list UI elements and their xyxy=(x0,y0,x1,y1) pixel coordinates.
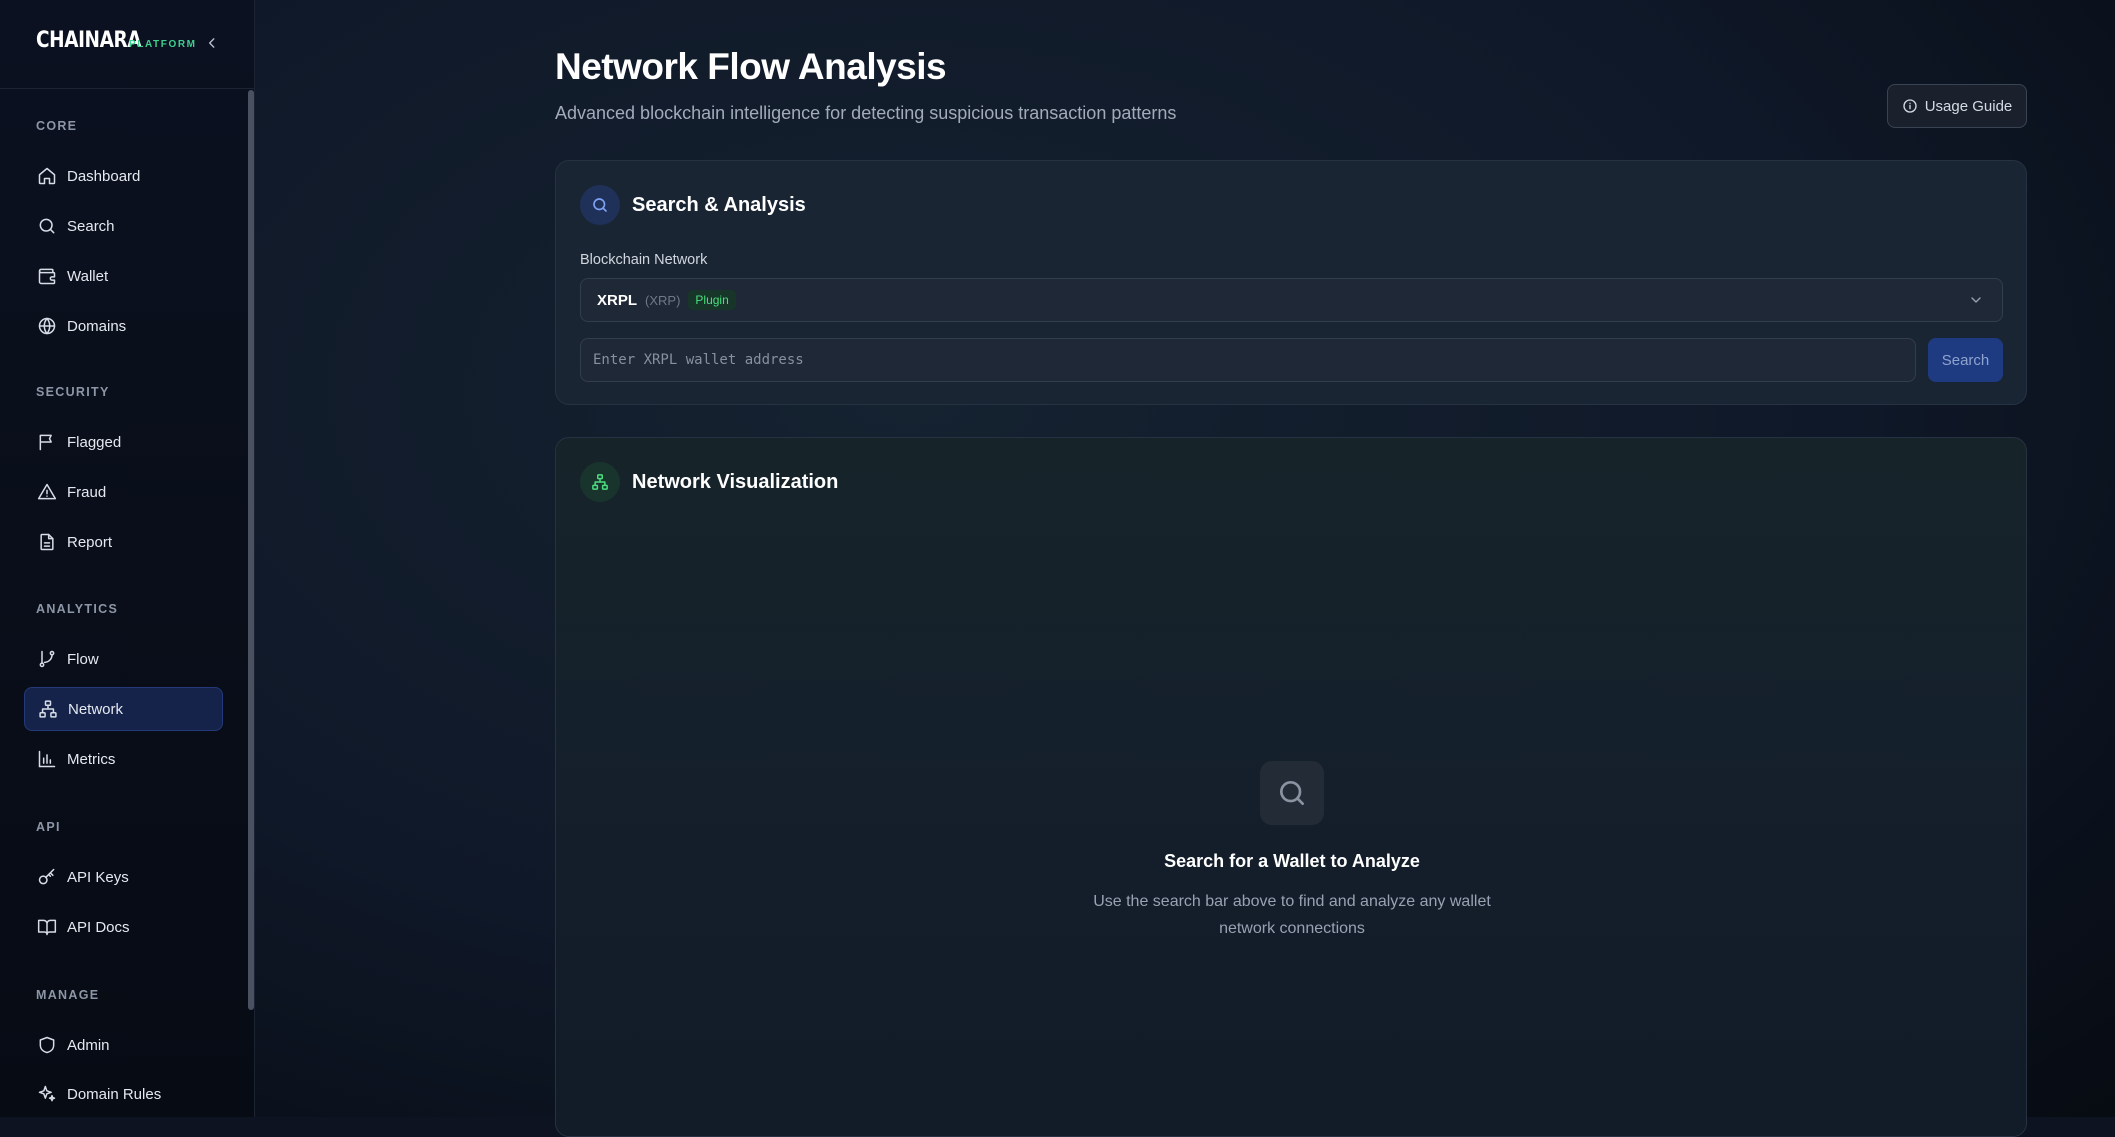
wallet-address-input[interactable] xyxy=(580,338,1916,382)
sidebar-item-fraud[interactable]: Fraud xyxy=(24,470,223,514)
empty-state: Search for a Wallet to Analyze Use the s… xyxy=(556,761,2028,942)
globe-icon xyxy=(36,315,58,337)
nav-section-analytics: ANALYTICS xyxy=(36,602,119,616)
network-icon xyxy=(592,474,608,490)
empty-state-title: Search for a Wallet to Analyze xyxy=(1164,851,1420,871)
sidebar-item-label: Report xyxy=(67,533,113,551)
sidebar-item-domain-rules[interactable]: Domain Rules xyxy=(24,1072,223,1116)
search-icon xyxy=(1280,781,1304,805)
sidebar-item-search[interactable]: Search xyxy=(24,204,223,248)
brand-logo[interactable]: CHAINARA xyxy=(36,28,142,53)
usage-guide-label: Usage Guide xyxy=(1924,97,2013,115)
home-icon xyxy=(36,165,58,187)
book-icon xyxy=(36,916,58,938)
viz-card-icon-badge xyxy=(580,462,620,502)
sidebar-item-label: Dashboard xyxy=(67,167,141,185)
info-icon xyxy=(1902,98,1918,114)
viz-card-header: Network Visualization xyxy=(580,462,838,502)
sidebar-item-label: API Keys xyxy=(67,868,129,886)
brand-header: CHAINARA PLATFORM xyxy=(0,0,254,89)
flag-icon xyxy=(36,431,58,453)
document-icon xyxy=(36,531,58,553)
search-analysis-card: Search & Analysis Blockchain Network XRP… xyxy=(555,160,2027,405)
nav-section-security: SECURITY xyxy=(36,385,110,399)
sidebar-item-network[interactable]: Network xyxy=(24,687,223,731)
viz-card-title: Network Visualization xyxy=(632,470,839,493)
brand-tag: PLATFORM xyxy=(129,39,197,50)
shield-icon xyxy=(36,1034,58,1056)
main-content: Network Flow Analysis Advanced blockchai… xyxy=(255,0,2115,1137)
sidebar-item-flow[interactable]: Flow xyxy=(24,637,223,681)
sidebar-item-label: Domain Rules xyxy=(67,1085,162,1103)
search-icon xyxy=(593,198,607,212)
sidebar-item-label: Flagged xyxy=(67,433,122,451)
sidebar-item-flagged[interactable]: Flagged xyxy=(24,420,223,464)
chevron-down-icon xyxy=(1968,292,1984,308)
search-card-title: Search & Analysis xyxy=(632,193,806,216)
bar-chart-icon xyxy=(36,748,58,770)
sidebar-item-report[interactable]: Report xyxy=(24,520,223,564)
collapse-sidebar-button[interactable] xyxy=(202,33,222,53)
network-visualization-card: Network Visualization Search for a Walle… xyxy=(555,437,2027,1137)
search-button[interactable]: Search xyxy=(1928,338,2003,382)
key-icon xyxy=(36,866,58,888)
page-title: Network Flow Analysis xyxy=(555,46,947,87)
usage-guide-button[interactable]: Usage Guide xyxy=(1887,84,2027,128)
nav-section-api: API xyxy=(36,820,61,834)
sidebar-item-label: Search xyxy=(67,217,115,235)
sparkles-icon xyxy=(36,1083,58,1105)
network-symbol: (XRP) xyxy=(645,292,681,308)
network-icon xyxy=(37,698,59,720)
page-subtitle: Advanced blockchain intelligence for det… xyxy=(555,103,1177,123)
nav-section-core: CORE xyxy=(36,119,78,133)
sidebar-item-label: Wallet xyxy=(67,267,109,285)
sidebar-item-admin[interactable]: Admin xyxy=(24,1023,223,1067)
sidebar: CHAINARA PLATFORM CORE Dashboard Search … xyxy=(0,0,255,1117)
sidebar-item-label: API Docs xyxy=(67,918,130,936)
sidebar-scrollbar[interactable] xyxy=(248,90,254,1010)
sidebar-item-metrics[interactable]: Metrics xyxy=(24,737,223,781)
search-card-icon-badge xyxy=(580,185,620,225)
network-field-label: Blockchain Network xyxy=(580,252,708,268)
nav-section-manage: MANAGE xyxy=(36,988,100,1002)
sidebar-item-label: Domains xyxy=(67,317,127,335)
empty-state-icon-box xyxy=(1260,761,1324,825)
search-card-header: Search & Analysis xyxy=(580,185,806,225)
network-name: XRPL xyxy=(597,291,638,309)
plugin-badge: Plugin xyxy=(688,290,736,310)
sidebar-item-dashboard[interactable]: Dashboard xyxy=(24,154,223,198)
sidebar-item-api-docs[interactable]: API Docs xyxy=(24,905,223,949)
search-icon xyxy=(36,215,58,237)
sidebar-item-api-keys[interactable]: API Keys xyxy=(24,855,223,899)
sidebar-item-label: Admin xyxy=(67,1036,110,1054)
sidebar-item-label: Flow xyxy=(67,650,99,668)
chevron-left-icon xyxy=(208,38,215,48)
empty-state-description: Use the search bar above to find and ana… xyxy=(1093,893,1491,937)
sidebar-item-wallet[interactable]: Wallet xyxy=(24,254,223,298)
alert-triangle-icon xyxy=(36,481,58,503)
sidebar-item-domains[interactable]: Domains xyxy=(24,304,223,348)
sidebar-item-label: Fraud xyxy=(67,483,107,501)
network-select[interactable]: XRPL (XRP) Plugin xyxy=(580,278,2003,322)
wallet-icon xyxy=(36,265,58,287)
git-branch-icon xyxy=(36,648,58,670)
sidebar-item-label: Metrics xyxy=(67,750,116,768)
sidebar-item-label: Network xyxy=(68,700,124,718)
